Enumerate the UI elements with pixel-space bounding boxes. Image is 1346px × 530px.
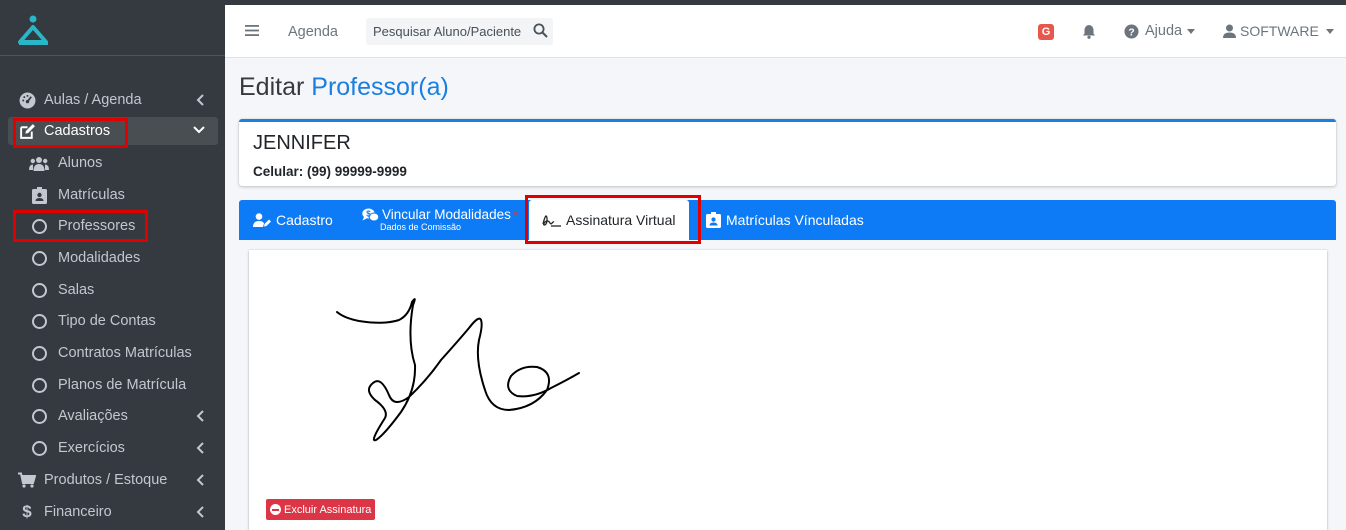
sidebar-item-label: Modalidades [58,250,141,266]
page-title-prefix: Editar [239,73,305,101]
tab-label: Cadastro [276,212,333,228]
sidebar-item-modalidades[interactable]: Modalidades [8,244,218,272]
user-icon [1223,24,1236,38]
sidebar-item-alunos[interactable]: Alunos [8,149,218,177]
minus-circle-icon [270,504,281,515]
tab-bar: Cadastro $ Vincular Modalidades * Dados … [239,200,1336,240]
sidebar-item-label: Financeiro [44,504,112,520]
logo-icon [18,15,48,45]
sidebar-item-label: Alunos [58,155,103,171]
brand[interactable] [0,5,225,56]
sidebar-item-label: Professores [58,218,136,234]
circle-icon [28,313,50,329]
chevron-left-icon [196,94,204,106]
circle-icon [28,377,50,393]
circle-icon [28,218,50,234]
caret-down-icon [1325,28,1334,34]
delete-signature-button[interactable]: Excluir Assinatura [266,499,376,520]
tab-label: Vincular Modalidades [382,207,511,223]
users-icon [28,156,50,171]
hamburger-menu-icon[interactable] [245,24,259,37]
user-label: SOFTWARE [1240,23,1319,39]
search-icon[interactable] [533,23,548,38]
sidebar-item-salas[interactable]: Salas [8,276,218,304]
sidebar-item-matriculas[interactable]: Matrículas [8,181,218,209]
chevron-left-icon [196,474,204,486]
tab-vincular-modalidades[interactable]: $ Vincular Modalidades * Dados de Comiss… [362,200,518,240]
tab-sublabel: Dados de Comissão [380,222,462,232]
sidebar-item-produtos-estoque[interactable]: Produtos / Estoque [8,466,218,494]
tab-matriculas-vinculadas[interactable]: Matrículas Vínculadas [706,200,864,240]
circle-icon [28,250,50,266]
sidebar-item-planos-de-matricula[interactable]: Planos de Matrícula [8,371,218,399]
required-asterisk: * [512,208,518,222]
cart-icon [16,472,38,488]
sidebar-item-contratos-matriculas[interactable]: Contratos Matrículas [8,339,218,367]
sidebar-item-label: Tipo de Contas [58,313,156,329]
search-input[interactable] [366,18,526,45]
tab-cadastro[interactable]: Cadastro [253,200,333,240]
tab-label: Assinatura Virtual [566,212,676,228]
sidebar-item-label: Aulas / Agenda [44,92,142,108]
sidebar-item-label: Cadastros [44,123,111,139]
g-badge-icon[interactable]: G [1038,24,1054,40]
top-navbar: Agenda G ? Ajuda SOFTWARE [225,5,1346,58]
bell-icon[interactable] [1082,24,1096,39]
circle-icon [28,345,50,361]
signature-canvas[interactable] [249,250,1327,490]
chevron-down-icon [193,126,205,134]
user-edit-icon [253,213,271,227]
question-circle-icon: ? [1124,23,1139,39]
sidebar-item-professores[interactable]: Professores [8,212,218,240]
sidebar-item-avaliacoes[interactable]: Avaliações [8,402,218,430]
tachometer-icon [16,92,38,109]
sidebar-item-aulas-agenda[interactable]: Aulas / Agenda [8,86,218,114]
sidebar-item-label: Matrículas [58,187,125,203]
sidebar-item-label: Salas [58,282,95,298]
teacher-phone: Celular: (99) 99999-9999 [253,164,407,179]
comments-dollar-icon: $ [362,208,379,222]
sidebar-item-label: Produtos / Estoque [44,472,168,488]
circle-icon [28,408,50,424]
search-box [366,18,553,45]
id-badge-icon [28,186,50,204]
page-title: Editar Professor(a) [239,73,449,102]
agenda-link[interactable]: Agenda [288,24,338,40]
page-title-accent: Professor(a) [311,73,449,101]
user-dropdown[interactable]: SOFTWARE [1223,23,1334,39]
sidebar-item-label: Exercícios [58,440,125,456]
tab-assinatura-virtual[interactable]: Assinatura Virtual [529,200,689,240]
sidebar-item-label: Planos de Matrícula [58,377,187,393]
chevron-left-icon [196,410,204,422]
sidebar-item-exercicios[interactable]: Exercícios [8,434,218,462]
sidebar-item-financeiro[interactable]: $ Financeiro [8,498,218,526]
chevron-left-icon [196,442,204,454]
signature-icon [542,214,561,227]
help-dropdown[interactable]: ? Ajuda [1124,23,1196,39]
sidebar-item-cadastros[interactable]: Cadastros [8,117,218,145]
delete-signature-label: Excluir Assinatura [284,503,372,516]
sidebar-item-tipo-de-contas[interactable]: Tipo de Contas [8,307,218,335]
sidebar-item-label: Avaliações [58,408,128,424]
sidebar-item-label: Contratos Matrículas [58,345,192,361]
dollar-icon: $ [22,502,32,521]
circle-icon [28,440,50,456]
caret-down-icon [1187,28,1196,34]
svg-text:?: ? [1128,27,1134,38]
help-label: Ajuda [1145,23,1183,39]
tab-label: Matrículas Vínculadas [726,212,864,228]
sidebar: Aulas / Agenda Cadastros Alunos Matrícul… [0,5,225,530]
signature-stroke [336,298,580,442]
circle-icon [28,282,50,298]
id-badge-icon [706,212,721,228]
profile-card: JENNIFER Celular: (99) 99999-9999 [239,119,1336,186]
chevron-left-icon [196,506,204,518]
signature-panel: Excluir Assinatura [249,250,1327,530]
svg-text:$: $ [366,210,371,219]
teacher-name: JENNIFER [253,132,351,154]
edit-icon [16,123,38,140]
